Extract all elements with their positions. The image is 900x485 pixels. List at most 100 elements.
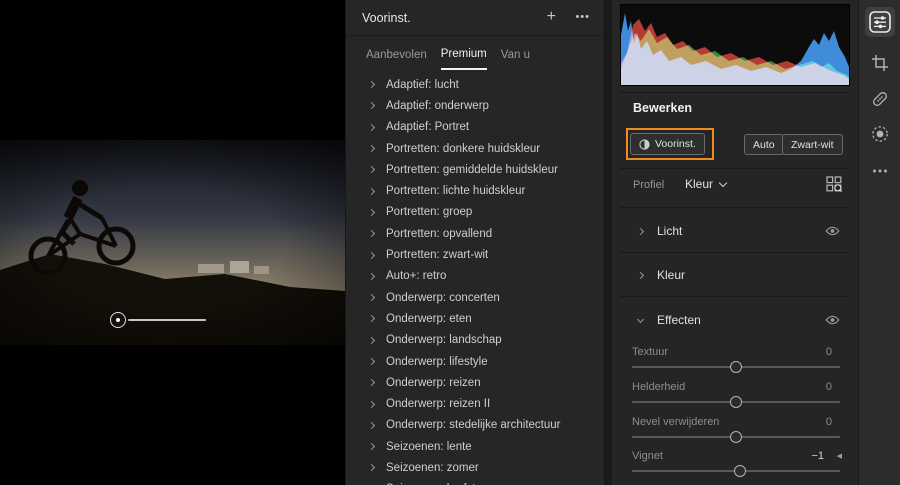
- healing-tool-button[interactable]: [867, 86, 893, 112]
- tab-van-u[interactable]: Van u: [501, 40, 530, 69]
- chevron-right-icon: [367, 123, 376, 131]
- healing-brush-icon: [872, 92, 887, 106]
- tab-premium[interactable]: Premium: [440, 39, 487, 70]
- preset-category[interactable]: Onderwerp: reizen II: [346, 393, 604, 414]
- chevron-down-icon: [636, 315, 645, 323]
- right-toolbar: [858, 0, 900, 485]
- preset-category[interactable]: Auto+: retro: [346, 266, 604, 287]
- preset-category[interactable]: Portretten: groep: [346, 202, 604, 223]
- section-effecten-label: Effecten: [657, 313, 701, 327]
- preset-category-label: Onderwerp: landschap: [386, 334, 502, 347]
- more-dots-icon: [872, 169, 887, 173]
- preset-category[interactable]: Onderwerp: reizen: [346, 372, 604, 393]
- masking-icon: [871, 126, 888, 142]
- decrement-arrow-icon[interactable]: ◀: [837, 452, 842, 460]
- chevron-right-icon: [367, 166, 376, 174]
- chevron-right-icon: [367, 464, 376, 472]
- textuur-slider[interactable]: [632, 361, 840, 373]
- section-licht[interactable]: Licht: [612, 216, 858, 246]
- helderheid-slider[interactable]: [632, 396, 840, 408]
- preset-category[interactable]: Onderwerp: lifestyle: [346, 351, 604, 372]
- more-options-icon[interactable]: •••: [575, 11, 590, 23]
- chevron-right-icon: [367, 315, 376, 323]
- helderheid-slider-handle[interactable]: [730, 396, 742, 408]
- presets-icon: [639, 138, 650, 150]
- preset-category[interactable]: Onderwerp: eten: [346, 308, 604, 329]
- presets-panel-title: Voorinst.: [362, 11, 411, 25]
- preset-category[interactable]: Portretten: zwart-wit: [346, 244, 604, 265]
- profile-dropdown[interactable]: Kleur: [685, 177, 728, 191]
- preset-category[interactable]: Onderwerp: landschap: [346, 330, 604, 351]
- presets-panel: Voorinst. + ••• Aanbevolen Premium Van u…: [345, 0, 605, 485]
- chevron-right-icon: [367, 379, 376, 387]
- tab-aanbevolen[interactable]: Aanbevolen: [366, 40, 427, 69]
- helderheid-label: Helderheid: [632, 381, 686, 393]
- preset-category-label: Portretten: opvallend: [386, 227, 493, 240]
- chevron-right-icon: [367, 81, 376, 89]
- masking-tool-button[interactable]: [867, 121, 893, 147]
- add-preset-icon[interactable]: +: [547, 8, 556, 26]
- section-effecten[interactable]: Effecten: [612, 305, 858, 335]
- chevron-right-icon: [636, 227, 645, 235]
- scrubber-track[interactable]: [128, 319, 206, 321]
- chevron-right-icon: [367, 144, 376, 153]
- vignet-slider-handle[interactable]: [734, 465, 747, 477]
- scrubber-handle[interactable]: [110, 312, 126, 328]
- chevron-right-icon: [367, 294, 376, 302]
- slider-row-vignet: Vignet −1: [632, 450, 824, 462]
- preset-category-label: Onderwerp: lifestyle: [386, 355, 488, 368]
- histogram[interactable]: [620, 4, 850, 86]
- preset-category-label: Portretten: groep: [386, 206, 473, 219]
- edit-tool-button[interactable]: [864, 7, 895, 37]
- photo: [0, 140, 345, 345]
- presets-button[interactable]: Voorinst.: [630, 133, 705, 155]
- photo-vignette: [0, 140, 345, 345]
- preset-category-label: Adaptief: Portret: [386, 121, 470, 134]
- eye-icon[interactable]: [825, 315, 840, 326]
- chevron-right-icon: [367, 230, 376, 238]
- preset-category-label: Seizoenen: zomer: [386, 461, 479, 474]
- preset-category[interactable]: Seizoenen: zomer: [346, 457, 604, 478]
- preset-category[interactable]: Portretten: gemiddelde huidskleur: [346, 159, 604, 180]
- preset-category[interactable]: Portretten: donkere huidskleur: [346, 138, 604, 159]
- preset-category-label: Adaptief: lucht: [386, 78, 459, 91]
- preset-category-label: Onderwerp: stedelijke architectuur: [386, 419, 561, 432]
- preset-category[interactable]: Seizoenen: lente: [346, 436, 604, 457]
- chevron-right-icon: [367, 208, 376, 216]
- textuur-value: 0: [825, 346, 832, 358]
- vignet-slider[interactable]: [632, 465, 840, 477]
- preset-category-label: Auto+: retro: [386, 270, 447, 283]
- preset-category[interactable]: Onderwerp: stedelijke architectuur: [346, 415, 604, 436]
- chevron-right-icon: [367, 272, 376, 280]
- photo-canvas-area: [0, 0, 345, 485]
- divider: [620, 168, 850, 169]
- profile-browser-icon[interactable]: [826, 176, 842, 192]
- preset-category[interactable]: Portretten: lichte huidskleur: [346, 180, 604, 201]
- preset-category[interactable]: Onderwerp: concerten: [346, 287, 604, 308]
- black-white-button[interactable]: Zwart-wit: [782, 134, 843, 155]
- divider: [620, 296, 850, 297]
- textuur-slider-handle[interactable]: [730, 361, 742, 373]
- presets-button-label: Voorinst.: [655, 138, 696, 150]
- nevel-verwijderen-slider-handle[interactable]: [730, 431, 742, 443]
- nevel-verwijderen-value: 0: [825, 416, 832, 428]
- edit-panel: Bewerken Voorinst. Auto Zwart-wit Profie…: [612, 0, 858, 485]
- preset-category-label: Portretten: gemiddelde huidskleur: [386, 163, 558, 176]
- crop-tool-button[interactable]: [867, 50, 893, 76]
- more-tools-button[interactable]: [867, 158, 893, 184]
- crop-icon: [871, 55, 888, 71]
- preset-category-label: Onderwerp: concerten: [386, 291, 500, 304]
- nevel-verwijderen-slider[interactable]: [632, 431, 840, 443]
- preset-category[interactable]: Adaptief: Portret: [346, 117, 604, 138]
- divider: [620, 252, 850, 253]
- slider-row-nevel: Nevel verwijderen 0: [632, 416, 832, 428]
- section-kleur-label: Kleur: [657, 268, 686, 282]
- preset-category[interactable]: Portretten: opvallend: [346, 223, 604, 244]
- preset-category[interactable]: Adaptief: lucht: [346, 74, 604, 95]
- section-kleur[interactable]: Kleur: [612, 260, 858, 290]
- preset-category[interactable]: Adaptief: onderwerp: [346, 95, 604, 116]
- preset-category[interactable]: Seizoenen: herfst: [346, 479, 604, 485]
- eye-icon[interactable]: [825, 226, 840, 237]
- auto-button[interactable]: Auto: [744, 134, 784, 155]
- preset-category-label: Onderwerp: eten: [386, 312, 472, 325]
